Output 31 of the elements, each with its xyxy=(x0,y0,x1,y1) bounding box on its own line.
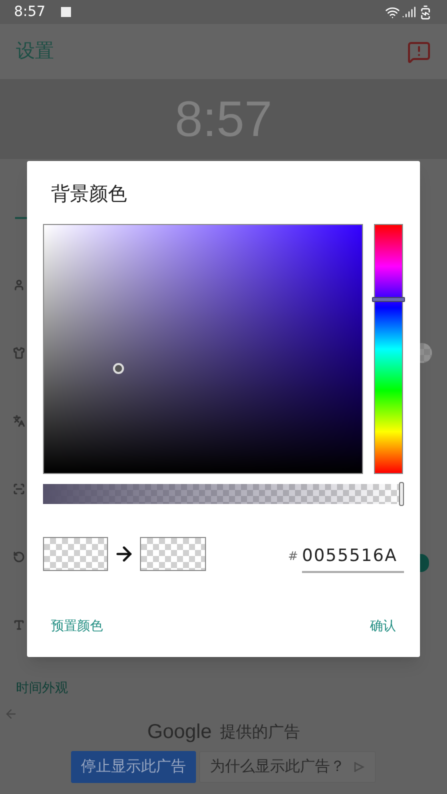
language-icon xyxy=(13,415,25,427)
alpha-slider[interactable] xyxy=(43,484,403,504)
hex-input-field[interactable]: 0055516A xyxy=(302,544,404,573)
battery-icon xyxy=(418,4,433,20)
hue-slider[interactable] xyxy=(374,224,403,474)
confirm-button[interactable]: 确认 xyxy=(370,613,396,640)
old-color-swatch xyxy=(43,537,108,572)
panel-thumb[interactable] xyxy=(113,363,124,374)
dialog-title: 背景颜色 xyxy=(51,182,128,207)
wifi-icon xyxy=(385,4,400,20)
preset-colors-button[interactable]: 预置颜色 xyxy=(51,613,103,640)
status-time: 8:57 xyxy=(14,2,46,22)
alpha-thumb[interactable] xyxy=(399,482,404,506)
why-ad-button[interactable]: 为什么显示此广告？ xyxy=(199,750,376,782)
section-header: 时间外观 xyxy=(16,680,69,698)
app-bar-title: 设置 xyxy=(16,39,54,64)
signal-icon xyxy=(402,5,416,19)
shirt-icon xyxy=(13,347,25,359)
notification-icon xyxy=(61,7,72,17)
saturation-panel[interactable] xyxy=(43,224,363,474)
stop-ad-button[interactable]: 停止显示此广告 xyxy=(71,750,196,782)
person-icon xyxy=(13,279,25,291)
ad-brand: Google xyxy=(147,720,212,744)
hex-prefix: # xyxy=(288,548,298,566)
rotate-icon xyxy=(13,551,25,563)
new-color-swatch xyxy=(140,537,206,572)
text-icon xyxy=(13,619,25,631)
ad-label: 提供的广告 xyxy=(220,720,300,742)
scan-icon xyxy=(13,483,25,495)
play-icon xyxy=(353,760,365,772)
hue-thumb[interactable] xyxy=(372,296,405,302)
